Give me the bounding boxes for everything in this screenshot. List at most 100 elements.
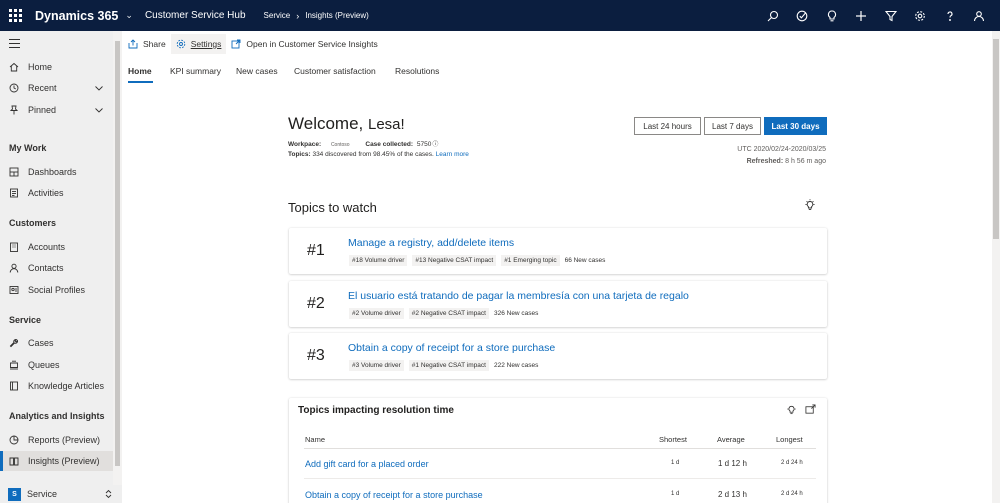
- sidebar-item-social-profiles[interactable]: Social Profiles: [0, 280, 113, 300]
- last-24-hours-button[interactable]: Last 24 hours: [634, 117, 701, 135]
- nav-group-service: Service: [9, 315, 42, 325]
- nav-group-my-work: My Work: [9, 143, 47, 153]
- topic-rank: #2: [307, 295, 325, 312]
- sidebar-item-recent[interactable]: Recent: [0, 78, 113, 98]
- sidebar-item-label: Accounts: [28, 242, 66, 252]
- home-icon: [9, 62, 19, 72]
- sidebar-item-accounts[interactable]: Accounts: [0, 237, 113, 257]
- top-navigation-bar: Dynamics 365 ⌄ Customer Service Hub Serv…: [0, 0, 1000, 31]
- sidebar-scrollbar[interactable]: [113, 31, 122, 503]
- sidebar-item-dashboards[interactable]: Dashboards: [0, 162, 113, 182]
- gear-icon[interactable]: [906, 0, 936, 31]
- topic-title-link[interactable]: Obtain a copy of receipt for a store pur…: [348, 342, 555, 354]
- main-scrollbar[interactable]: [992, 31, 1000, 503]
- topic-tag: #1 Emerging topic: [501, 255, 560, 266]
- expand-icon[interactable]: [805, 404, 816, 415]
- average-value: 2 d 13 h: [718, 490, 747, 499]
- brand-name[interactable]: Dynamics 365: [35, 9, 118, 23]
- tab-home[interactable]: Home: [128, 66, 152, 76]
- refreshed-value: 8 h 56 m ago: [785, 158, 826, 165]
- sidebar-item-reports[interactable]: Reports (Preview): [0, 430, 113, 450]
- search-icon[interactable]: [758, 0, 788, 31]
- help-icon[interactable]: [935, 0, 965, 31]
- dashboard-icon: [9, 167, 19, 177]
- learn-more-link[interactable]: Learn more: [436, 151, 469, 158]
- chevron-down-icon[interactable]: ⌄: [125, 10, 133, 21]
- lightbulb-icon[interactable]: [804, 199, 816, 211]
- sidebar-item-pinned[interactable]: Pinned: [0, 100, 113, 120]
- pin-icon: [9, 105, 19, 115]
- topic-title-link[interactable]: Manage a registry, add/delete items: [348, 237, 514, 249]
- header-divider: [304, 448, 816, 449]
- topic-card: #1 Manage a registry, add/delete items #…: [289, 228, 827, 274]
- time-range-selector: Last 24 hours Last 7 days Last 30 days: [634, 117, 827, 135]
- workspace-info: Workpace: Contoso Case collected: 5750ⓘ: [288, 139, 438, 148]
- share-label: Share: [143, 39, 166, 49]
- topic-new-cases: 326 New cases: [493, 310, 539, 317]
- active-tab-indicator: [128, 81, 153, 83]
- hamburger-menu-icon[interactable]: [9, 39, 20, 51]
- queue-icon: [9, 360, 19, 370]
- share-button[interactable]: Share: [123, 34, 171, 54]
- task-check-icon[interactable]: [788, 0, 818, 31]
- sidebar-item-label: Home: [28, 62, 53, 72]
- topic-tag: #13 Negative CSAT impact: [412, 255, 497, 266]
- topics-label: Topics:: [288, 151, 311, 158]
- column-header-longest[interactable]: Longest: [776, 435, 803, 444]
- topics-info: Topics: 334 discovered from 98.45% of th…: [288, 151, 469, 158]
- sidebar-item-label: Dashboards: [28, 167, 77, 177]
- sidebar-item-label: Pinned: [28, 105, 57, 115]
- topic-tag: #2 Negative CSAT impact: [408, 308, 489, 319]
- sidebar-item-queues[interactable]: Queues: [0, 355, 113, 375]
- chevron-updown-icon[interactable]: [104, 489, 113, 499]
- column-header-name[interactable]: Name: [305, 435, 325, 444]
- sidebar-item-activities[interactable]: Activities: [0, 183, 113, 203]
- tab-customer-satisfaction[interactable]: Customer satisfaction: [294, 66, 376, 76]
- sidebar-item-label: Reports (Preview): [28, 435, 101, 445]
- sidebar-item-cases[interactable]: Cases: [0, 333, 113, 353]
- sidebar-item-contacts[interactable]: Contacts: [0, 258, 113, 278]
- topics-to-watch-title: Topics to watch: [288, 200, 377, 215]
- info-icon[interactable]: ⓘ: [432, 142, 438, 148]
- chevron-down-icon[interactable]: [94, 105, 104, 115]
- sidebar-item-label: Social Profiles: [28, 285, 86, 295]
- resolution-time-card: Topics impacting resolution time Name Sh…: [289, 398, 827, 503]
- sidebar-item-home[interactable]: Home: [0, 57, 113, 77]
- shortest-value: 1 d: [671, 491, 680, 497]
- sidebar-item-insights[interactable]: Insights (Preview): [0, 451, 113, 471]
- breadcrumb-service[interactable]: Service: [264, 11, 291, 20]
- chevron-right-icon: ›: [296, 10, 300, 21]
- topic-new-cases: 66 New cases: [564, 257, 606, 264]
- tab-resolutions[interactable]: Resolutions: [395, 66, 439, 76]
- user-icon[interactable]: [965, 0, 995, 31]
- welcome-greeting: Welcome,: [288, 114, 364, 133]
- open-in-insights-button[interactable]: Open in Customer Service Insights: [226, 34, 382, 54]
- sidebar-item-knowledge-articles[interactable]: Knowledge Articles: [0, 376, 113, 396]
- app-name[interactable]: Customer Service Hub: [145, 10, 246, 21]
- gear-icon: [176, 39, 185, 49]
- sidebar-item-label: Recent: [28, 83, 57, 93]
- topic-title-link[interactable]: El usuario está tratando de pagar la mem…: [348, 290, 689, 302]
- topic-tags: #3 Volume driver #1 Negative CSAT impact…: [349, 360, 538, 371]
- app-launcher-icon[interactable]: [0, 0, 31, 31]
- sidebar-item-label: Cases: [28, 338, 54, 348]
- settings-button[interactable]: Settings: [170, 34, 227, 54]
- tab-kpi-summary[interactable]: KPI summary: [170, 66, 221, 76]
- lightbulb-icon[interactable]: [817, 0, 847, 31]
- topic-row-link[interactable]: Obtain a copy of receipt for a store pur…: [305, 490, 483, 500]
- nav-group-analytics: Analytics and Insights: [9, 411, 105, 421]
- shortest-value: 1 d: [671, 460, 680, 466]
- plus-icon[interactable]: [847, 0, 877, 31]
- chevron-down-icon[interactable]: [94, 83, 104, 93]
- filter-icon[interactable]: [876, 0, 906, 31]
- lightbulb-icon[interactable]: [786, 404, 797, 415]
- topic-rank: #1: [307, 242, 325, 259]
- last-30-days-button[interactable]: Last 30 days: [764, 117, 827, 135]
- last-7-days-button[interactable]: Last 7 days: [704, 117, 761, 135]
- building-icon: [9, 242, 19, 252]
- column-header-shortest[interactable]: Shortest: [659, 435, 687, 444]
- column-header-average[interactable]: Average: [717, 435, 745, 444]
- tab-new-cases[interactable]: New cases: [236, 66, 278, 76]
- topic-row-link[interactable]: Add gift card for a placed order: [305, 459, 429, 469]
- area-switcher[interactable]: S Service: [0, 485, 122, 503]
